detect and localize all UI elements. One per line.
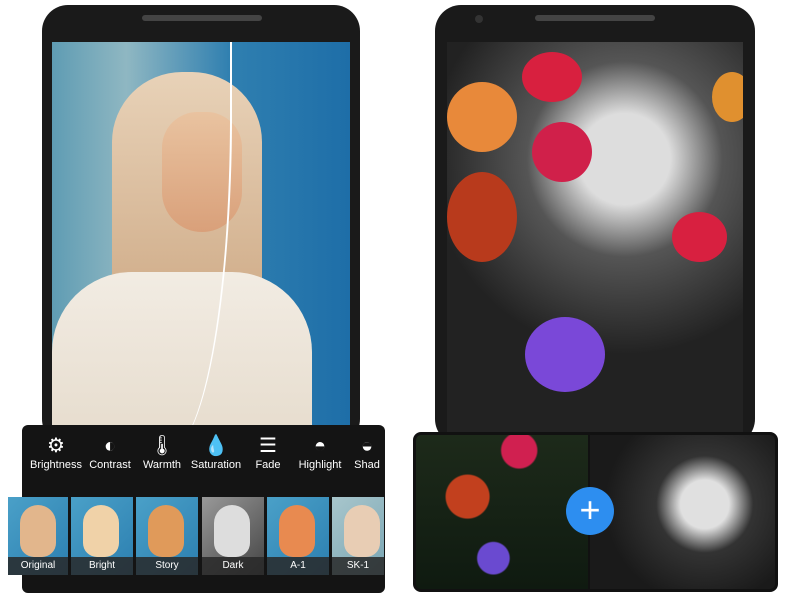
speaker [535,15,655,21]
blend-panel: + [413,432,778,592]
tool-label: Saturation [190,459,242,471]
add-photo-button[interactable]: + [566,487,614,535]
tool-label: Contrast [89,459,131,471]
filter-story[interactable]: Story [136,497,198,575]
drop-icon: 💧 [203,435,229,457]
flower [447,82,517,152]
adjust-toolbar: ⚙ Brightness ◐ Contrast 🌡 Warmth 💧 Saturatio… [8,425,385,593]
tool-label: Shad [354,459,380,471]
lines-icon: ☰ [259,435,277,457]
filter-label: A-1 [267,557,329,575]
flowers-photo [416,435,588,589]
filter-sk1[interactable]: SK-1 [332,497,384,575]
flower [532,122,592,182]
shadow-icon: ◒ [360,435,374,457]
tool-brightness[interactable]: ⚙ Brightness [26,433,86,471]
tool-saturation[interactable]: 💧 Saturation [186,433,246,471]
thumb [148,505,184,557]
flower [447,172,517,262]
thermometer-icon: 🌡 [149,435,175,457]
tool-label: Warmth [142,459,182,471]
filter-label: Original [8,557,68,575]
flower [712,72,743,122]
tool-contrast[interactable]: ◐ Contrast [80,433,140,471]
filter-dark[interactable]: Dark [202,497,264,575]
tool-fade[interactable]: ☰ Fade [238,433,298,471]
thumb [344,505,380,557]
filter-label: Bright [71,557,133,575]
filter-original[interactable]: Original [8,497,68,575]
brightness-icon: ⚙ [47,435,65,457]
highlight-icon: ◓ [313,435,327,457]
tool-label: Highlight [298,459,342,471]
thumb [83,505,119,557]
flower [522,52,582,102]
tool-highlight[interactable]: ◓ Highlight [290,433,350,471]
filter-a1[interactable]: A-1 [267,497,329,575]
contrast-icon: ◐ [103,435,117,457]
camera [475,15,483,23]
filter-label: Story [136,557,198,575]
tool-shadow[interactable]: ◒ Shad [342,433,392,471]
flower [672,212,727,262]
tool-warmth[interactable]: 🌡 Warmth [132,433,192,471]
tool-label: Fade [255,459,281,471]
thumb [214,505,250,557]
filter-label: SK-1 [332,557,384,575]
tool-label: Brightness [30,459,82,471]
thumb [20,505,56,557]
filter-label: Dark [202,557,264,575]
flower [525,317,605,392]
thumb [279,505,315,557]
photo-before-after [52,42,350,432]
speaker [142,15,262,21]
filter-bright[interactable]: Bright [71,497,133,575]
photo-blend [447,42,743,432]
portrait-photo [590,435,775,589]
